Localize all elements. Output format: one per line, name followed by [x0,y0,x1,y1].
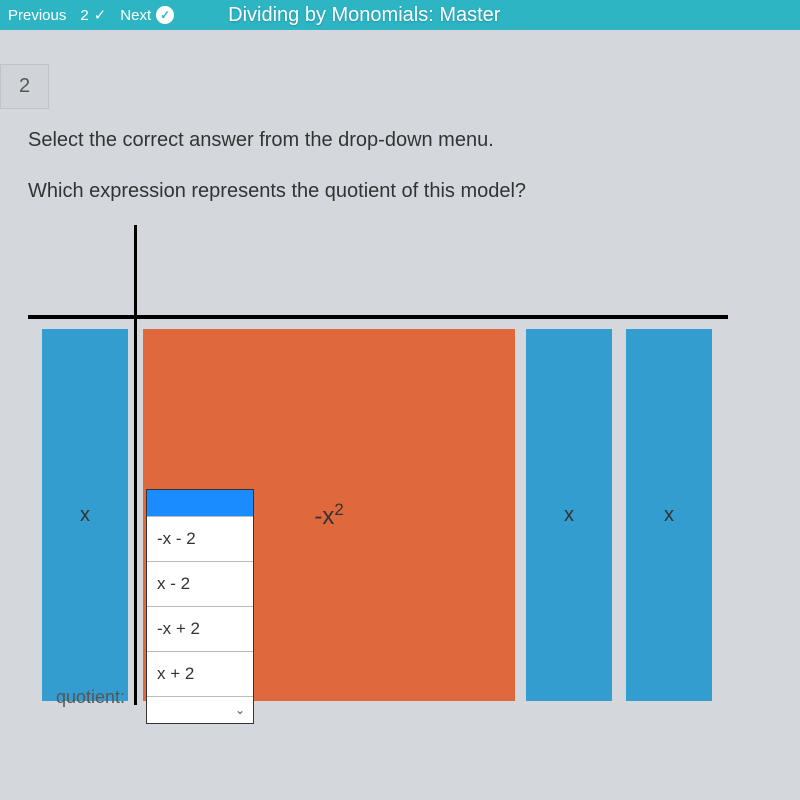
next-button[interactable]: Next ✓ [120,6,174,24]
tile-left-x: x [42,329,128,701]
dropdown-footer[interactable]: ⌄ [147,696,253,723]
dropdown-selected-highlight[interactable] [147,490,253,516]
next-label: Next [120,7,151,24]
question-number-tag: 2 [0,64,49,109]
dropdown-option[interactable]: x - 2 [147,561,253,606]
dropdown-option[interactable]: -x + 2 [147,606,253,651]
top-nav-bar: Previous 2 ✓ Next ✓ Dividing by Monomial… [0,0,800,30]
tile-label: x [80,504,90,527]
tile-right-x-1: x [526,329,612,701]
previous-label: Previous [8,7,66,24]
question-text: Which expression represents the quotient… [28,180,772,203]
tile-label: -x2 [314,500,343,531]
page-number: 2 [80,7,88,24]
horizontal-axis [28,315,728,319]
chevron-down-icon: ⌄ [235,703,245,717]
tile-right-x-2: x [626,329,712,701]
checkmark-icon: ✓ [94,6,107,24]
dropdown-option[interactable]: -x - 2 [147,516,253,561]
quotient-label: quotient: [56,687,125,708]
page-selector[interactable]: 2 ✓ [80,6,106,24]
tile-label: x [564,504,574,527]
answer-dropdown[interactable]: -x - 2 x - 2 -x + 2 x + 2 ⌄ [146,489,254,724]
content-area: Select the correct answer from the drop-… [0,109,800,725]
algebra-tile-model: x -x2 x x -x - 2 x - 2 -x + 2 x + 2 ⌄ qu… [28,225,728,705]
tile-label: x [664,504,674,527]
check-circle-icon: ✓ [156,6,174,24]
vertical-axis [134,225,137,705]
dropdown-option[interactable]: x + 2 [147,651,253,696]
previous-button[interactable]: Previous [8,7,66,24]
lesson-title: Dividing by Monomials: Master [228,4,500,27]
instruction-text: Select the correct answer from the drop-… [28,129,772,152]
